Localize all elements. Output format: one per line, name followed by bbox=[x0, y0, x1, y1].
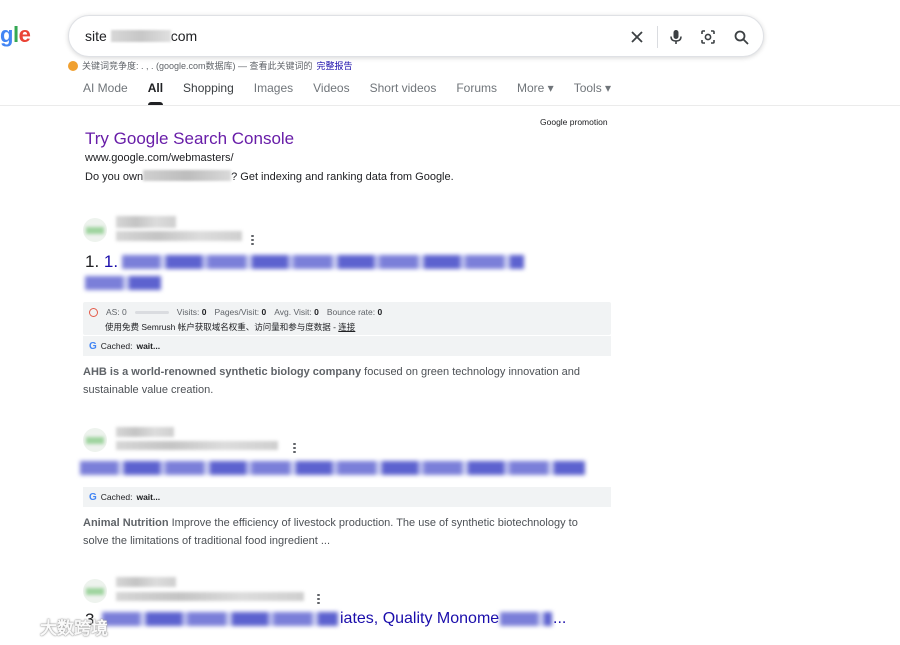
tab-shopping[interactable]: Shopping bbox=[183, 81, 234, 103]
search-box[interactable]: site com bbox=[68, 15, 764, 57]
cached-link[interactable]: wait... bbox=[136, 492, 160, 502]
search-input[interactable]: site com bbox=[85, 28, 197, 44]
watermark: 大数跨境 bbox=[8, 614, 108, 639]
search-divider bbox=[657, 26, 658, 48]
site-favicon bbox=[83, 579, 107, 603]
more-options-icon[interactable] bbox=[293, 441, 296, 455]
redacted-site-url bbox=[116, 231, 242, 241]
tab-ai-mode[interactable]: AI Mode bbox=[83, 81, 128, 103]
result-title-link-visible[interactable]: iates, Quality Monome bbox=[340, 610, 499, 628]
result-title-link[interactable] bbox=[80, 461, 585, 475]
full-report-link[interactable]: 完整报告 bbox=[317, 59, 353, 72]
promotion-label: Google promotion bbox=[540, 117, 608, 127]
search-tabs: AI Mode All Shopping Images Videos Short… bbox=[83, 81, 631, 105]
redacted-domain bbox=[110, 30, 171, 42]
redacted-site-name bbox=[116, 577, 176, 587]
result-title-link-redacted[interactable] bbox=[500, 612, 552, 626]
result-snippet: Animal Nutrition Improve the efficiency … bbox=[83, 517, 578, 547]
result-title-prefix: 1. 1. bbox=[85, 252, 119, 271]
tab-all[interactable]: All bbox=[147, 81, 164, 105]
authority-score-bar bbox=[134, 310, 169, 314]
microphone-icon[interactable] bbox=[665, 26, 687, 48]
redacted-site-url bbox=[116, 592, 304, 601]
site-favicon bbox=[83, 428, 107, 452]
search-icon[interactable] bbox=[730, 26, 752, 48]
redacted-site-name bbox=[116, 427, 174, 437]
cached-bar: G Cached: wait... bbox=[83, 487, 611, 507]
google-logo[interactable]: gle bbox=[0, 22, 31, 48]
semrush-connect-link[interactable]: 连接 bbox=[338, 322, 355, 332]
promo-url: www.google.com/webmasters/ bbox=[85, 152, 234, 164]
lens-icon[interactable] bbox=[697, 26, 719, 48]
result-snippet: AHB is a world-renowned synthetic biolog… bbox=[83, 366, 581, 396]
result-title-link[interactable] bbox=[102, 612, 338, 626]
watermark-logo-icon bbox=[10, 619, 35, 634]
google-icon: G bbox=[89, 491, 97, 503]
promo-title-link[interactable]: Try Google Search Console bbox=[85, 129, 294, 149]
tab-images[interactable]: Images bbox=[254, 81, 293, 103]
extension-icon bbox=[68, 60, 78, 71]
redacted-site-url bbox=[116, 441, 278, 450]
google-icon: G bbox=[89, 340, 97, 352]
promo-description: Do you own? Get indexing and ranking dat… bbox=[85, 170, 454, 183]
tab-short-videos[interactable]: Short videos bbox=[370, 81, 437, 103]
redacted-site-name bbox=[116, 216, 176, 228]
tabs-divider bbox=[0, 105, 900, 106]
tab-videos[interactable]: Videos bbox=[313, 81, 349, 103]
keyword-difficulty-line: 关键词竞争度: . , . (google.com数据库) — 查看此关键词的 … bbox=[68, 59, 353, 72]
clear-icon[interactable] bbox=[626, 26, 648, 48]
cached-bar: G Cached: wait... bbox=[83, 336, 611, 356]
tab-tools[interactable]: Tools ▾ bbox=[574, 81, 611, 103]
cached-link[interactable]: wait... bbox=[136, 341, 160, 351]
more-options-icon[interactable] bbox=[317, 592, 320, 606]
authority-score-icon bbox=[89, 307, 98, 317]
result-title-link[interactable] bbox=[122, 255, 524, 269]
tab-forums[interactable]: Forums bbox=[456, 81, 497, 103]
site-favicon bbox=[83, 218, 107, 242]
more-options-icon[interactable] bbox=[251, 233, 254, 247]
semrush-metrics-panel: AS: 0 Visits: 0 Pages/Visit: 0 Avg. Visi… bbox=[83, 302, 611, 335]
redacted-domain bbox=[143, 170, 232, 181]
tab-more[interactable]: More ▾ bbox=[517, 81, 554, 103]
title-ellipsis: ... bbox=[553, 610, 567, 627]
result-title-link-continued[interactable] bbox=[85, 276, 161, 290]
